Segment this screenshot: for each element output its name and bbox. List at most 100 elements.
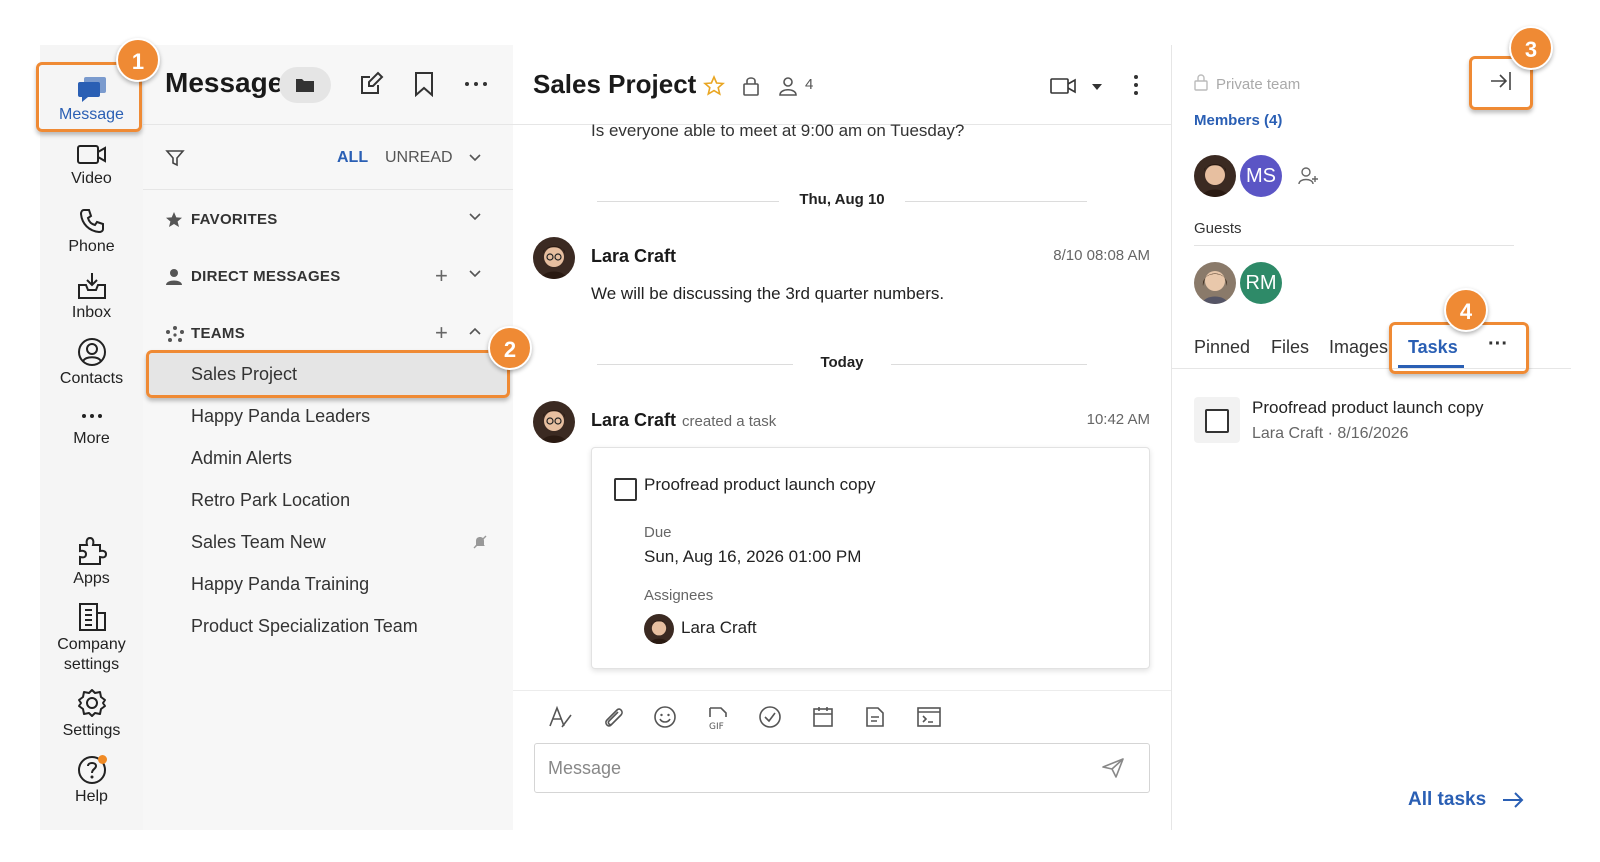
avatar[interactable] bbox=[533, 237, 575, 279]
rail-label: Phone bbox=[68, 238, 115, 255]
separator-line bbox=[905, 201, 1087, 202]
callout-badge: 1 bbox=[116, 38, 160, 82]
rail-item-help[interactable]: Help bbox=[40, 753, 143, 807]
message-author[interactable]: Lara Craft created a task bbox=[591, 410, 776, 431]
filter-row: ALL UNREAD bbox=[143, 145, 513, 175]
message-author[interactable]: Lara Craft bbox=[591, 246, 676, 267]
task-assignee-name: Lara Craft bbox=[681, 618, 757, 637]
rail-label: Contacts bbox=[59, 370, 124, 387]
task-card[interactable]: Proofread product launch copy Due Sun, A… bbox=[591, 447, 1150, 669]
chat-title: Sales Project bbox=[533, 69, 697, 99]
message-input-placeholder: Message bbox=[548, 758, 622, 778]
task-assignees-label: Assignees bbox=[644, 587, 714, 604]
calendar-icon[interactable] bbox=[811, 705, 835, 729]
arrow-right-icon bbox=[1503, 792, 1524, 808]
avatar[interactable] bbox=[533, 401, 575, 443]
members-heading[interactable]: Members (4) bbox=[1194, 112, 1282, 129]
team-item-sales-team-new[interactable]: Sales Team New bbox=[149, 521, 509, 563]
callout-badge: 3 bbox=[1509, 26, 1553, 70]
rail-item-phone[interactable]: Phone bbox=[40, 207, 143, 257]
message-input[interactable]: Message bbox=[534, 743, 1150, 793]
chevron-down-icon[interactable] bbox=[469, 270, 481, 278]
add-team-button[interactable]: + bbox=[435, 320, 448, 346]
task-checkbox[interactable] bbox=[1205, 409, 1229, 433]
video-call-icon[interactable] bbox=[1049, 76, 1077, 96]
rail-item-more[interactable]: More bbox=[40, 405, 143, 449]
rail-item-company-settings[interactable]: Company settings bbox=[40, 601, 143, 675]
filter-all-tab[interactable]: ALL bbox=[337, 149, 368, 167]
favorite-star-icon[interactable] bbox=[703, 75, 725, 97]
bookmark-icon[interactable] bbox=[413, 71, 435, 97]
compose-icon[interactable] bbox=[358, 71, 384, 97]
members-icon[interactable] bbox=[777, 75, 799, 97]
section-favorites[interactable]: FAVORITES bbox=[143, 205, 513, 235]
chevron-down-icon[interactable] bbox=[469, 154, 481, 162]
message-note: created a task bbox=[682, 413, 777, 430]
rail-item-apps[interactable]: Apps bbox=[40, 535, 143, 589]
team-item[interactable]: Happy Panda Leaders bbox=[149, 395, 509, 437]
rail-item-settings[interactable]: Settings bbox=[40, 687, 143, 741]
team-item[interactable]: Happy Panda Training bbox=[149, 563, 509, 605]
lara-craft-avatar-image bbox=[533, 237, 575, 279]
section-label: DIRECT MESSAGES bbox=[191, 268, 341, 285]
teams-icon bbox=[166, 326, 184, 342]
member-avatar-ms[interactable]: MS bbox=[1240, 155, 1282, 197]
rail-label: Help bbox=[75, 788, 108, 805]
team-item[interactable]: Retro Park Location bbox=[149, 479, 509, 521]
attachment-icon[interactable] bbox=[601, 705, 625, 729]
privacy-label: Private team bbox=[1216, 76, 1301, 93]
filter-unread-tab[interactable]: UNREAD bbox=[385, 149, 453, 167]
add-dm-button[interactable]: + bbox=[435, 263, 448, 289]
rail-label: More bbox=[73, 430, 110, 447]
guest-avatar-image bbox=[1194, 262, 1236, 304]
chevron-down-icon[interactable] bbox=[469, 213, 481, 221]
date-separator: Thu, Aug 10 bbox=[597, 191, 1087, 211]
chat-header: Sales Project 4 bbox=[513, 45, 1171, 125]
folder-button[interactable] bbox=[279, 67, 331, 103]
chat-pane: Sales Project 4 Is everyone able to meet… bbox=[513, 45, 1171, 830]
note-icon[interactable] bbox=[863, 705, 887, 729]
guest-avatar[interactable] bbox=[1194, 262, 1236, 304]
rail-label: Company settings bbox=[57, 636, 126, 673]
emoji-icon[interactable] bbox=[653, 705, 677, 729]
message-time: 10:42 AM bbox=[1086, 411, 1150, 428]
assignee-avatar bbox=[644, 614, 674, 644]
tab-files[interactable]: Files bbox=[1271, 337, 1309, 358]
rail-item-video[interactable]: Video bbox=[40, 143, 143, 189]
gif-icon[interactable]: GIF bbox=[706, 705, 730, 731]
more-horizontal-icon[interactable] bbox=[463, 79, 489, 89]
caret-down-icon[interactable] bbox=[1091, 83, 1103, 91]
chevron-up-icon[interactable] bbox=[469, 327, 481, 335]
task-icon[interactable] bbox=[758, 705, 782, 729]
all-tasks-link[interactable]: All tasks bbox=[1408, 789, 1525, 811]
task-list-item[interactable]: Proofread product launch copy Lara Craft… bbox=[1194, 395, 1554, 455]
separator-line bbox=[891, 364, 1087, 365]
more-vertical-icon[interactable] bbox=[1133, 73, 1139, 97]
team-item[interactable]: Admin Alerts bbox=[149, 437, 509, 479]
filter-icon[interactable] bbox=[165, 148, 185, 168]
team-item[interactable]: Product Specialization Team bbox=[149, 605, 509, 647]
guest-avatar-rm[interactable]: RM bbox=[1240, 262, 1282, 304]
section-direct-messages[interactable]: DIRECT MESSAGES + bbox=[143, 262, 513, 292]
message-author-name: Lara Craft bbox=[591, 410, 677, 430]
rail-item-contacts[interactable]: Contacts bbox=[40, 337, 143, 389]
all-tasks-label: All tasks bbox=[1408, 789, 1487, 810]
text-format-icon[interactable] bbox=[547, 705, 573, 729]
tab-images[interactable]: Images bbox=[1329, 337, 1388, 358]
code-snippet-icon[interactable] bbox=[916, 705, 942, 729]
task-due-value: Sun, Aug 16, 2026 01:00 PM bbox=[644, 547, 862, 566]
member-avatar[interactable] bbox=[1194, 155, 1236, 197]
message-text: We will be discussing the 3rd quarter nu… bbox=[591, 284, 945, 303]
lock-icon bbox=[743, 77, 759, 96]
rail-item-inbox[interactable]: Inbox bbox=[40, 271, 143, 323]
rail-label: Apps bbox=[73, 570, 110, 587]
send-icon[interactable] bbox=[1101, 757, 1125, 779]
nav-rail: Message Video Phone Inbox Contacts More … bbox=[40, 45, 143, 830]
more-dots-icon bbox=[81, 414, 102, 418]
section-teams[interactable]: TEAMS + bbox=[143, 319, 513, 349]
task-checkbox[interactable] bbox=[614, 478, 637, 501]
add-member-icon[interactable] bbox=[1298, 166, 1320, 186]
section-label: TEAMS bbox=[191, 325, 245, 342]
folder-icon bbox=[296, 79, 314, 92]
tab-pinned[interactable]: Pinned bbox=[1194, 337, 1250, 358]
